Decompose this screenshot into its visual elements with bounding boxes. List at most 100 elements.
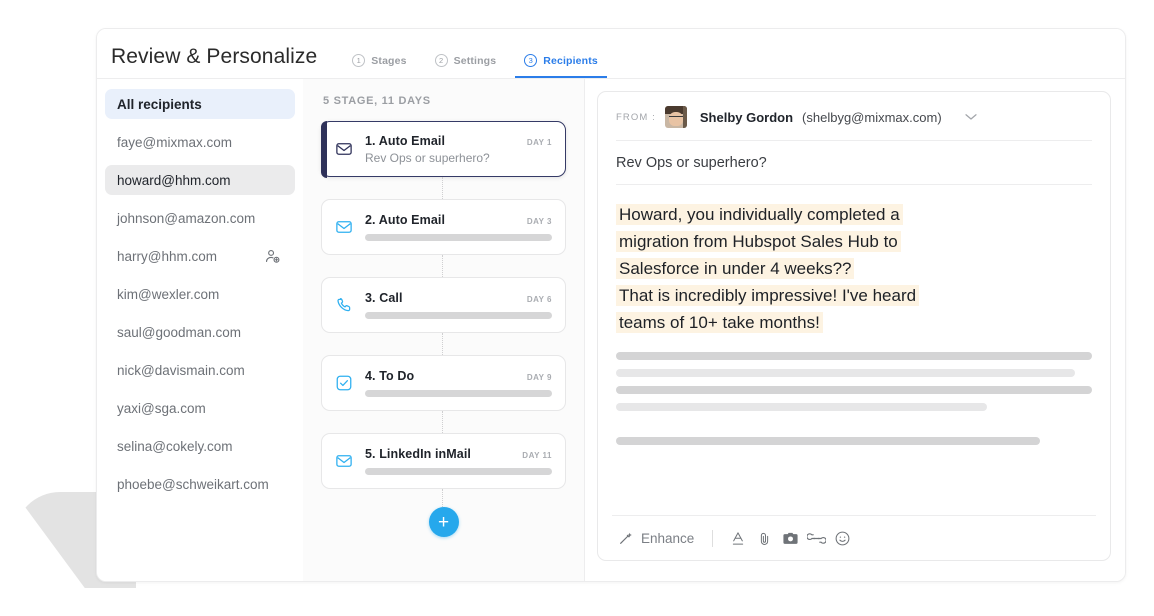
tab-stages-label: Stages xyxy=(371,54,407,67)
recipient-item-all[interactable]: All recipients xyxy=(105,89,295,119)
tab-settings[interactable]: 2 Settings xyxy=(426,54,506,78)
recipient-label: howard@hhm.com xyxy=(117,172,231,188)
email-subject[interactable]: Rev Ops or superhero? xyxy=(616,141,1092,185)
toolbar-divider xyxy=(712,529,714,547)
envelope-icon xyxy=(333,140,355,158)
recipient-label: johnson@amazon.com xyxy=(117,210,256,226)
tab-stages[interactable]: 1 Stages xyxy=(343,54,415,78)
link-icon[interactable] xyxy=(803,525,829,551)
tab-settings-label: Settings xyxy=(453,54,497,67)
person-badge-icon xyxy=(264,248,281,265)
recipient-label: selina@cokely.com xyxy=(117,438,233,454)
recipient-item-howard[interactable]: howard@hhm.com xyxy=(105,165,295,195)
page-title: Review & Personalize xyxy=(111,45,318,68)
recipients-list: All recipients faye@mixmax.com howard@hh… xyxy=(97,79,303,581)
tab-recipients-label: Recipients xyxy=(543,54,598,67)
stage-placeholder-bar xyxy=(365,312,552,319)
email-composer-card: FROM : Shelby Gordon (shelbyg@mixmax.com… xyxy=(597,91,1111,561)
chevron-down-icon[interactable] xyxy=(965,113,977,121)
stage-title: 5. LinkedIn inMail xyxy=(365,447,471,461)
email-pane: FROM : Shelby Gordon (shelbyg@mixmax.com… xyxy=(585,79,1125,581)
body-line-text: migration from Hubspot Sales Hub to xyxy=(616,231,901,252)
recipient-label: faye@mixmax.com xyxy=(117,134,232,150)
attachment-icon[interactable] xyxy=(751,525,777,551)
from-label: FROM : xyxy=(616,111,656,123)
recipient-label: All recipients xyxy=(117,96,202,112)
stage-connector xyxy=(441,255,444,277)
email-from-row: FROM : Shelby Gordon (shelbyg@mixmax.com… xyxy=(616,106,1092,141)
camera-icon[interactable] xyxy=(777,525,803,551)
tab-recipients[interactable]: 3 Recipients xyxy=(515,54,607,78)
stage-day: DAY 1 xyxy=(526,137,552,147)
body-line-text: teams of 10+ take months! xyxy=(616,312,823,333)
recipient-label: harry@hhm.com xyxy=(117,248,217,264)
recipient-item-harry[interactable]: harry@hhm.com xyxy=(105,241,295,271)
stage-subtitle: Rev Ops or superhero? xyxy=(365,150,490,165)
sender-name: Shelby Gordon xyxy=(699,109,794,125)
stage-day: DAY 9 xyxy=(526,373,552,382)
body-placeholder-bar xyxy=(616,369,1076,377)
stage-content: 5. LinkedIn inMail DAY 11 xyxy=(365,447,552,475)
emoji-icon[interactable] xyxy=(829,525,855,551)
wizard-tabs: 1 Stages 2 Settings 3 Recipients xyxy=(343,29,617,78)
recipient-item-selina[interactable]: selina@cokely.com xyxy=(105,431,295,461)
body-placeholder-bar xyxy=(616,437,1040,445)
stage-day: DAY 3 xyxy=(526,217,552,226)
envelope-icon xyxy=(333,218,355,236)
app-header: Review & Personalize 1 Stages 2 Settings… xyxy=(97,29,1125,79)
recipient-label: nick@davismain.com xyxy=(117,362,245,378)
body-placeholder-bar xyxy=(616,352,1092,360)
stage-connector xyxy=(441,333,444,355)
recipient-label: phoebe@schweikart.com xyxy=(117,476,269,492)
recipient-label: yaxi@sga.com xyxy=(117,400,206,416)
stage-card-4[interactable]: 4. To Do DAY 9 xyxy=(321,355,566,411)
app-window: Review & Personalize 1 Stages 2 Settings… xyxy=(96,28,1126,582)
body-line-text: Howard, you individually completed a xyxy=(616,204,903,225)
stage-placeholder-bar xyxy=(365,390,552,397)
recipient-item-saul[interactable]: saul@goodman.com xyxy=(105,317,295,347)
recipient-item-johnson[interactable]: johnson@amazon.com xyxy=(105,203,295,233)
stage-list: 1. Auto Email DAY 1 Rev Ops or superhero… xyxy=(320,120,566,537)
enhance-button[interactable]: Enhance xyxy=(612,526,700,550)
stage-title: 2. Auto Email xyxy=(365,213,446,227)
stage-card-5[interactable]: 5. LinkedIn inMail DAY 11 xyxy=(321,433,566,489)
stage-content: 4. To Do DAY 9 xyxy=(365,369,552,397)
stage-content: 3. Call DAY 6 xyxy=(365,291,552,319)
screenshot-root: Review & Personalize 1 Stages 2 Settings… xyxy=(0,0,1154,616)
stage-day: DAY 11 xyxy=(522,451,552,460)
body-line: migration from Hubspot Sales Hub to xyxy=(616,228,1092,255)
stage-connector xyxy=(441,177,444,199)
phone-icon xyxy=(333,296,355,314)
stage-day: DAY 6 xyxy=(526,295,552,304)
add-stage-button[interactable]: + xyxy=(428,507,459,537)
body-line: Howard, you individually completed a xyxy=(616,201,1092,228)
stage-title: 3. Call xyxy=(365,291,403,305)
tab-recipients-number: 3 xyxy=(524,54,538,67)
recipient-item-kim[interactable]: kim@wexler.com xyxy=(105,279,295,309)
compose-toolbar: Enhance xyxy=(612,515,1096,560)
avatar xyxy=(664,106,687,128)
stage-card-3[interactable]: 3. Call DAY 6 xyxy=(321,277,566,333)
body-placeholder-bar xyxy=(616,386,1092,394)
recipient-item-yaxi[interactable]: yaxi@sga.com xyxy=(105,393,295,423)
checkbox-icon xyxy=(333,374,355,392)
body-line: Salesforce in under 4 weeks?? xyxy=(616,255,1092,282)
recipient-item-phoebe[interactable]: phoebe@schweikart.com xyxy=(105,469,295,499)
stage-placeholder-bar xyxy=(365,468,552,475)
text-format-icon[interactable] xyxy=(725,525,751,551)
tab-stages-number: 1 xyxy=(352,54,366,67)
body-line-text: Salesforce in under 4 weeks?? xyxy=(616,258,855,279)
add-stage-area: + xyxy=(321,507,566,537)
stages-heading: 5 STAGE, 11 DAYS xyxy=(323,95,431,107)
body-placeholder-bar xyxy=(616,403,988,411)
stage-content: 1. Auto Email DAY 1 Rev Ops or superhero… xyxy=(365,134,552,165)
email-body[interactable]: Howard, you individually completed a mig… xyxy=(616,185,1092,515)
recipient-label: saul@goodman.com xyxy=(117,324,242,340)
stage-card-1[interactable]: 1. Auto Email DAY 1 Rev Ops or superhero… xyxy=(320,120,566,178)
recipient-item-nick[interactable]: nick@davismain.com xyxy=(105,355,295,385)
enhance-label: Enhance xyxy=(641,530,695,546)
tab-settings-number: 2 xyxy=(434,54,448,67)
recipient-item-faye[interactable]: faye@mixmax.com xyxy=(105,127,295,157)
stage-card-2[interactable]: 2. Auto Email DAY 3 xyxy=(321,199,566,255)
body-line-text: That is incredibly impressive! I've hear… xyxy=(616,285,920,306)
